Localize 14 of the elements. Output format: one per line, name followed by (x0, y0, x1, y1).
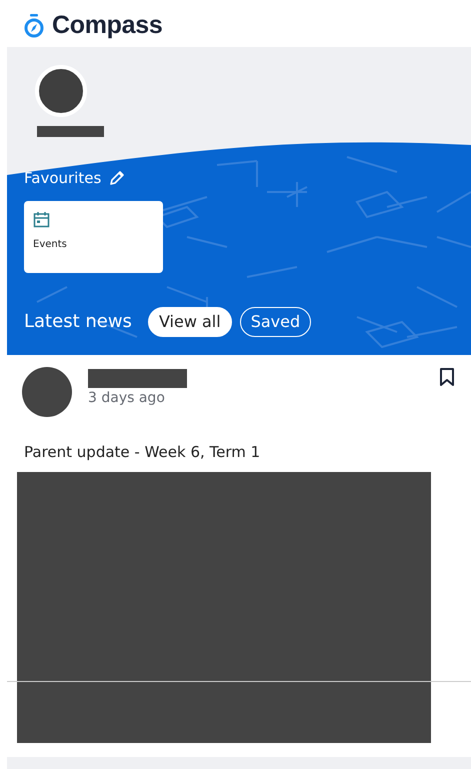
filter-tab[interactable]: Saved (240, 306, 312, 336)
calendar-icon (33, 210, 50, 228)
post-title: Parent update - Week 6, Term 1 (23, 442, 262, 463)
filter-tab[interactable]: View all (148, 306, 232, 336)
post-time: 3 days ago (88, 389, 166, 408)
stopwatch-logo-icon (24, 14, 44, 38)
favourite-tile[interactable]: Events (24, 200, 163, 272)
profile-avatar (35, 65, 87, 117)
news-heading: Latest news (24, 310, 132, 334)
bookmark-icon[interactable] (439, 367, 455, 387)
app-logo-text: Compass (52, 10, 162, 42)
edit-icon[interactable] (109, 170, 126, 186)
author-avatar (22, 367, 72, 417)
favourites-heading: Favourites (24, 168, 102, 189)
